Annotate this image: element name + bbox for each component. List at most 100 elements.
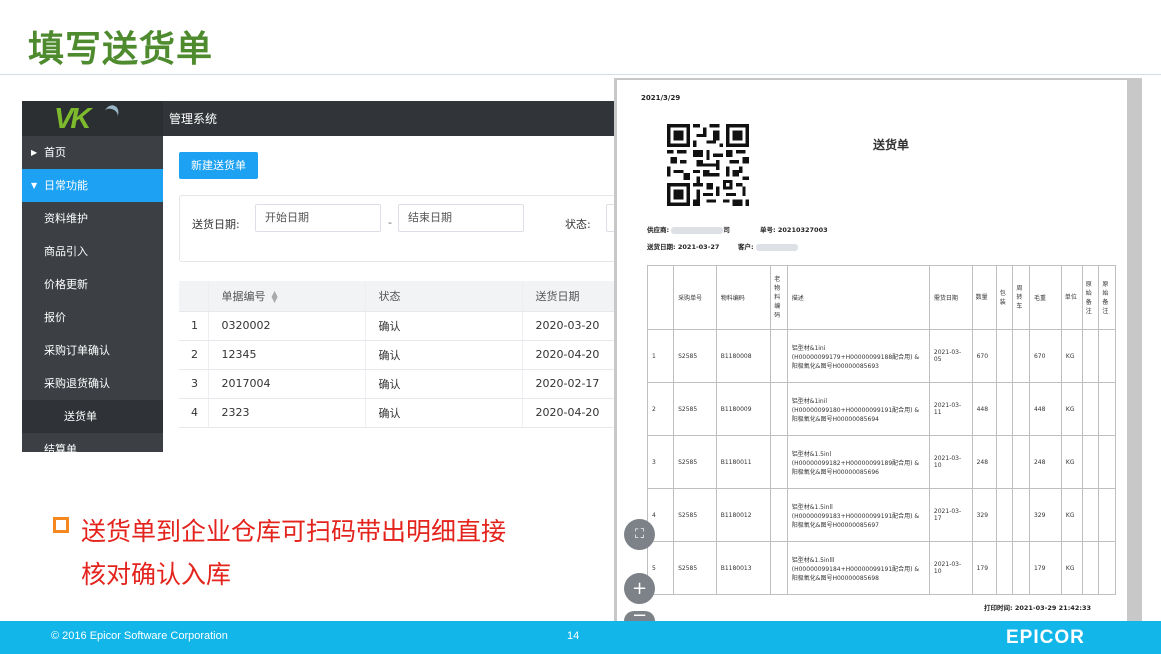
bullet-text: 送货单到企业仓库可扫码带出明细直接核对确认入库 [81,517,507,589]
filter-panel: 送货日期: 开始日期 - 结束日期 状态: [179,195,618,262]
sidebar-item-price-update[interactable]: 价格更新 [22,268,163,301]
customer-label: 客户: [738,243,754,251]
description-cell: 铝型材&1.5inl (H00000099182+H00000099189配合用… [786,435,930,489]
unit-cell: KG [1060,541,1083,595]
package-cell [995,488,1014,542]
zoom-in-icon[interactable]: + [624,573,655,604]
zoom-out-icon[interactable]: − [624,611,655,621]
table-row: 5 S2585 B1180013 铝型材&1.5inlll (H00000099… [646,541,1116,595]
doc-no-label: 单号: [760,226,776,234]
app-screenshot: VK 管理系统 ▶ 首页 ▼ 日常功能 资料维护 商品引入 价格更新 报价 采购… [22,101,618,452]
unit-cell: KG [1060,488,1083,542]
logo-swoosh-icon [100,102,122,126]
cart-cell [1012,382,1030,436]
row-index: 1 [179,311,208,341]
column-header-description: 描述 [786,265,930,330]
redacted-customer [755,243,798,251]
row-index: 2 [646,382,675,436]
print-time-value: 2021-03-29 21:42:33 [1014,604,1091,612]
sidebar-item-quote[interactable]: 报价 [22,301,163,334]
column-header-index [646,265,675,330]
sidebar-item-home[interactable]: ▶ 首页 [22,136,163,169]
sidebar-item-master-data[interactable]: 资料维护 [22,202,163,235]
remark-cell [1098,488,1116,542]
table-row: 3 S2585 B1180011 铝型材&1.5inl (H0000009918… [646,435,1116,489]
column-header-status: 状态 [364,281,522,312]
date-cell: 2020-04-20 [521,340,618,370]
delivery-date-value: 2021-03-27 [677,243,720,251]
old-code-cell [770,329,788,383]
column-header-package: 包装 [995,265,1014,330]
table-row[interactable]: 3 2017004 确认 2020-02-17 [179,369,618,399]
table-row[interactable]: 4 2323 确认 2020-04-20 [179,398,618,428]
cart-cell [1012,488,1030,542]
sidebar-item-po-confirm[interactable]: 采购订单确认 [22,334,163,367]
sidebar-item-settlement[interactable]: 结算单 [22,433,163,452]
cart-cell [1012,329,1030,383]
remark-cell [1081,541,1100,595]
material-code-cell: B1180008 [715,329,772,383]
old-code-cell [770,435,788,489]
page-number: 14 [567,630,580,642]
sidebar-item-label: 价格更新 [44,278,88,291]
date-cell: 2020-04-20 [521,398,618,428]
column-header-gross: 毛重 [1028,265,1062,330]
doc-no-field: 单号: 20210327003 [760,224,828,234]
sidebar-item-product-import[interactable]: 商品引入 [22,235,163,268]
need-date-cell: 2021-03-11 [928,382,973,436]
column-header-unit: 单位 [1060,265,1083,330]
table-row[interactable]: 2 12345 确认 2020-04-20 [179,340,618,370]
sidebar-item-label: 报价 [44,311,66,324]
column-header-qty: 数量 [971,265,997,330]
po-cell: S2585 [673,382,717,436]
sidebar-item-label: 日常功能 [44,179,88,192]
sidebar-item-return-confirm[interactable]: 采购退货确认 [22,367,163,400]
po-cell: S2585 [673,488,717,542]
status-cell: 确认 [364,340,522,370]
gross-cell: 179 [1028,541,1062,595]
gross-cell: 448 [1028,382,1062,436]
sidebar: ▶ 首页 ▼ 日常功能 资料维护 商品引入 价格更新 报价 采购订单确认 采购退… [22,136,163,452]
sort-icon[interactable]: ▲ ▼ [272,289,278,303]
system-name: 管理系统 [169,112,218,126]
table-header-row: 单据编号 ▲ ▼ 状态 送货日期 [179,281,618,312]
app-logo[interactable]: VK [22,101,163,136]
end-date-input[interactable]: 结束日期 [398,204,524,232]
package-cell [995,382,1014,436]
sidebar-item-delivery-note[interactable]: 送货单 [22,400,163,433]
document-date: 2021/3/29 [641,94,681,102]
sidebar-item-label: 采购订单确认 [44,344,110,357]
po-cell: S2585 [673,435,717,489]
fullscreen-icon[interactable]: ⛶ [624,519,655,550]
unit-cell: KG [1060,435,1083,489]
customer-field: 客户: [738,241,798,251]
sidebar-item-label: 采购退货确认 [44,377,110,390]
qty-cell: 248 [971,435,997,489]
new-delivery-note-button[interactable]: 新建送货单 [179,152,258,179]
delivery-date-label: 送货日期: [192,218,240,231]
po-cell: S2585 [673,541,717,595]
material-code-cell: B1180012 [715,488,772,542]
need-date-cell: 2021-03-17 [928,488,973,542]
document-title: 送货单 [873,138,910,152]
old-code-cell [770,382,788,436]
row-index: 2 [179,340,208,370]
column-header-doc-no[interactable]: 单据编号 ▲ ▼ [207,281,365,312]
sidebar-item-label: 送货单 [64,410,97,423]
cart-cell [1012,435,1030,489]
column-header-old-material-code: 老物料编码 [770,265,788,330]
material-code-cell: B1180013 [715,541,772,595]
status-cell: 确认 [364,369,522,399]
column-header-need-date: 需货日期 [928,265,973,330]
sidebar-item-daily[interactable]: ▼ 日常功能 [22,169,163,202]
remark-cell [1081,329,1100,383]
supplier-label: 供应商: [647,226,670,234]
start-date-input[interactable]: 开始日期 [255,204,381,232]
column-header-remark-2: 原始备注 [1098,265,1116,330]
table-row[interactable]: 1 0320002 确认 2020-03-20 [179,311,618,341]
remark-cell [1098,435,1116,489]
cart-cell [1012,541,1030,595]
title-divider [0,74,1161,75]
date-cell: 2020-02-17 [521,369,618,399]
qty-cell: 329 [971,488,997,542]
